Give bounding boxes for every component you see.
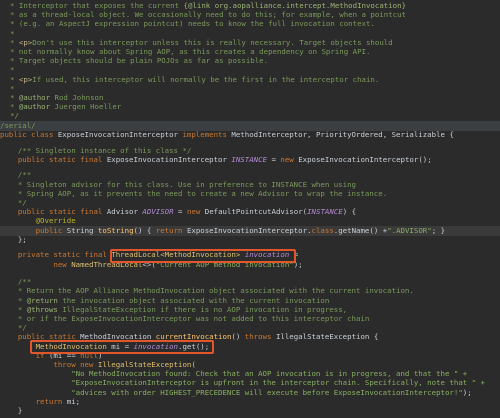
code-line: } bbox=[17, 406, 23, 415]
code-editor[interactable]: * Interceptor that exposes the current {… bbox=[0, 0, 500, 418]
code-line: }; bbox=[17, 234, 27, 244]
code-line: public class ExposeInvocationInterceptor… bbox=[0, 129, 454, 139]
code-line: public static final ExposeInvocationInte… bbox=[17, 154, 432, 164]
code-line: new NamedThreadLocal<>("Current AOP meth… bbox=[53, 259, 303, 269]
